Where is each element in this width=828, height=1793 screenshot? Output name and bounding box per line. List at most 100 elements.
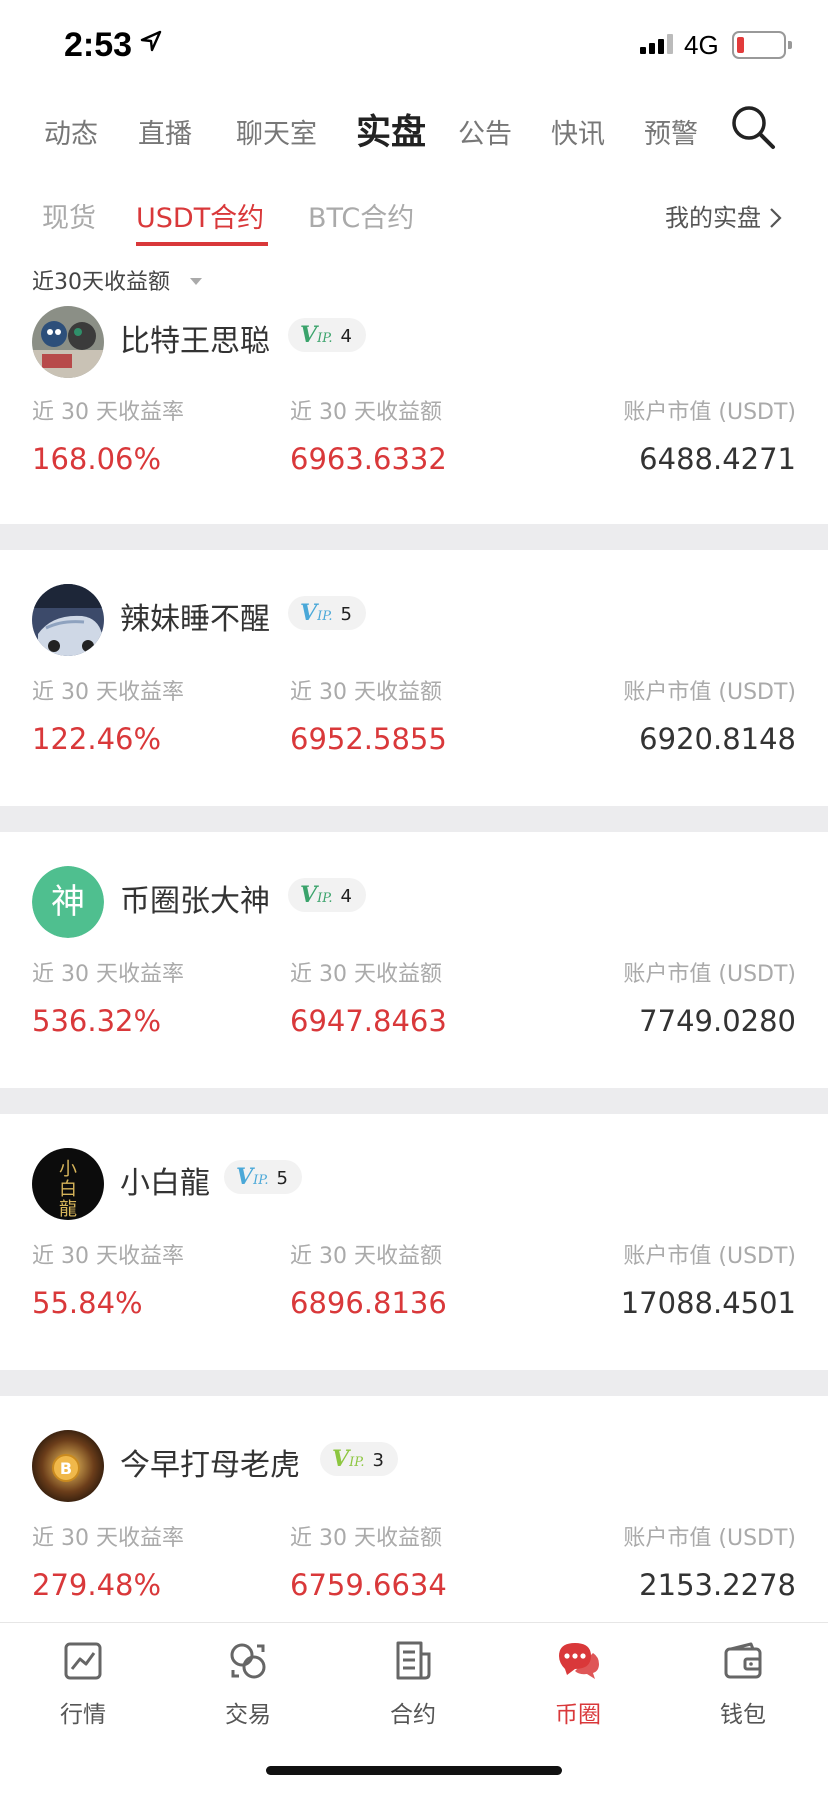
- trader-name: 比特王思聪: [120, 324, 270, 359]
- label-value: 账户市值 (USDT): [623, 1244, 796, 1269]
- nav-trade[interactable]: 交易: [188, 1637, 308, 1729]
- label-value: 账户市值 (USDT): [623, 1526, 796, 1551]
- label-value: 账户市值 (USDT): [623, 962, 796, 987]
- trader-list: 比特王思聪 VIP. 4 近 30 天收益率 近 30 天收益额 账户市值 (US…: [0, 306, 828, 1620]
- label-rate: 近 30 天收益率: [32, 680, 184, 705]
- subtab-spot[interactable]: 现货: [42, 196, 96, 235]
- account-value: 2153.2278: [639, 1568, 796, 1602]
- avatar[interactable]: 小白龍: [32, 1148, 104, 1220]
- label-amount: 近 30 天收益额: [290, 680, 442, 705]
- vip-level: 5: [340, 604, 352, 625]
- vip-level: 5: [276, 1168, 288, 1189]
- trader-name: 今早打母老虎: [120, 1448, 300, 1483]
- vip-badge: VIP. 4: [288, 318, 366, 352]
- label-rate: 近 30 天收益率: [32, 400, 184, 425]
- trader-card[interactable]: 辣妹睡不醒 VIP. 5 近 30 天收益率 近 30 天收益额 账户市值 (US…: [0, 550, 828, 832]
- trader-name: 币圈张大神: [120, 884, 270, 919]
- vip-ip-icon: IP.: [317, 609, 333, 624]
- active-tab-indicator: [136, 242, 268, 246]
- account-value: 6920.8148: [639, 722, 796, 756]
- home-indicator[interactable]: [266, 1766, 562, 1775]
- avatar[interactable]: B: [32, 1430, 104, 1502]
- chevron-right-icon: [770, 208, 782, 228]
- vip-v-icon: V: [236, 1164, 254, 1190]
- wallet-icon: [724, 1642, 762, 1679]
- vip-v-icon: V: [300, 322, 318, 348]
- label-rate: 近 30 天收益率: [32, 962, 184, 987]
- tab-flash-news[interactable]: 快讯: [551, 112, 605, 151]
- vip-v-icon: V: [300, 600, 318, 626]
- label-amount: 近 30 天收益额: [290, 1526, 442, 1551]
- caret-down-icon: [190, 278, 202, 285]
- subtab-usdt-contract[interactable]: USDT合约: [136, 196, 264, 235]
- vip-badge: VIP. 5: [288, 596, 366, 630]
- search-icon[interactable]: [730, 104, 776, 150]
- account-value: 7749.0280: [639, 1004, 796, 1038]
- exchange-icon: [230, 1643, 266, 1679]
- rate-value: 122.46%: [32, 722, 162, 756]
- sub-tabs: 现货 USDT合约 BTC合约 我的实盘: [0, 190, 828, 250]
- vip-v-icon: V: [300, 882, 318, 908]
- svg-text:B: B: [60, 1459, 72, 1478]
- vip-level: 4: [340, 886, 352, 907]
- location-arrow-icon: [140, 30, 162, 52]
- trader-card[interactable]: B 今早打母老虎 VIP. 3 近 30 天收益率 近 30 天收益额 账户市值 …: [0, 1396, 828, 1620]
- tab-chatroom[interactable]: 聊天室: [236, 112, 317, 151]
- vip-ip-icon: IP.: [317, 331, 333, 346]
- avatar[interactable]: [32, 584, 104, 656]
- my-real-trading-link[interactable]: 我的实盘: [665, 198, 783, 233]
- vip-ip-icon: IP.: [349, 1455, 365, 1470]
- rate-value: 279.48%: [32, 1568, 162, 1602]
- amount-value: 6896.8136: [290, 1286, 447, 1320]
- trader-name: 辣妹睡不醒: [120, 602, 270, 637]
- label-amount: 近 30 天收益额: [290, 1244, 442, 1269]
- tab-alert[interactable]: 预警: [644, 112, 698, 151]
- account-value: 6488.4271: [639, 442, 796, 476]
- svg-text:龍: 龍: [59, 1199, 77, 1220]
- status-time: 2:53: [64, 26, 133, 64]
- account-value: 17088.4501: [620, 1286, 796, 1320]
- network-type: 4G: [684, 30, 719, 60]
- nav-community[interactable]: 币圈: [518, 1637, 638, 1729]
- amount-value: 6963.6332: [290, 442, 447, 476]
- svg-text:小: 小: [59, 1159, 77, 1180]
- label-rate: 近 30 天收益率: [32, 1244, 184, 1269]
- vip-level: 4: [340, 326, 352, 347]
- label-value: 账户市值 (USDT): [623, 400, 796, 425]
- label-amount: 近 30 天收益额: [290, 400, 442, 425]
- tab-real-trading[interactable]: 实盘: [356, 104, 426, 155]
- avatar[interactable]: [32, 306, 104, 378]
- trader-name: 小白龍: [120, 1166, 210, 1201]
- subtab-btc-contract[interactable]: BTC合约: [308, 196, 414, 235]
- nav-label: 交易: [225, 1702, 271, 1728]
- nav-label: 币圈: [555, 1702, 601, 1728]
- vip-level: 3: [372, 1450, 384, 1471]
- vip-ip-icon: IP.: [253, 1173, 269, 1188]
- nav-wallet[interactable]: 钱包: [683, 1637, 803, 1729]
- nav-label: 行情: [60, 1702, 106, 1728]
- nav-label: 钱包: [720, 1702, 766, 1728]
- trader-card[interactable]: 神 币圈张大神 VIP. 4 近 30 天收益率 近 30 天收益额 账户市值 (…: [0, 832, 828, 1114]
- vip-badge: VIP. 5: [224, 1160, 302, 1194]
- nav-market[interactable]: 行情: [23, 1637, 143, 1729]
- sort-dropdown[interactable]: 近30天收益额: [32, 264, 202, 296]
- trader-card[interactable]: 小白龍 小白龍 VIP. 5 近 30 天收益率 近 30 天收益额 账户市值 (…: [0, 1114, 828, 1396]
- label-rate: 近 30 天收益率: [32, 1526, 184, 1551]
- rate-value: 55.84%: [32, 1286, 143, 1320]
- rate-value: 536.32%: [32, 1004, 162, 1038]
- status-bar: 2:53 4G: [0, 0, 828, 90]
- vip-badge: VIP. 4: [288, 878, 366, 912]
- vip-badge: VIP. 3: [320, 1442, 398, 1476]
- nav-contract[interactable]: 合约: [353, 1637, 473, 1729]
- svg-text:白: 白: [59, 1179, 77, 1200]
- tab-announcement[interactable]: 公告: [458, 112, 512, 151]
- nav-label: 合约: [390, 1702, 436, 1728]
- trader-card[interactable]: 比特王思聪 VIP. 4 近 30 天收益率 近 30 天收益额 账户市值 (US…: [0, 306, 828, 550]
- amount-value: 6952.5855: [290, 722, 447, 756]
- tab-dongtai[interactable]: 动态: [44, 112, 98, 151]
- contract-icon: [396, 1641, 431, 1680]
- avatar[interactable]: 神: [32, 866, 104, 938]
- top-nav: 动态 直播 聊天室 实盘 公告 快讯 预警: [0, 100, 828, 170]
- tab-live[interactable]: 直播: [138, 112, 192, 151]
- vip-v-icon: V: [332, 1446, 350, 1472]
